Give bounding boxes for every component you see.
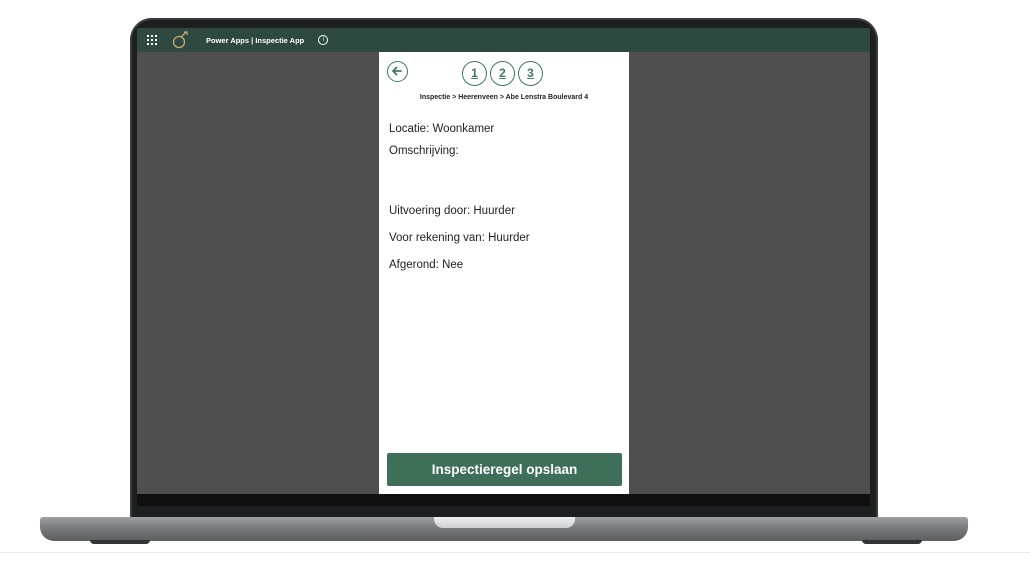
back-button[interactable] (387, 61, 408, 82)
info-icon[interactable]: i (318, 35, 329, 45)
step-navigation: 1 2 3 (462, 61, 543, 86)
step-3-button[interactable]: 3 (518, 61, 543, 86)
app-title: Power Apps | Inspectie App (206, 35, 305, 45)
app-logo-icon (172, 31, 188, 49)
step-1-button[interactable]: 1 (462, 61, 487, 86)
completed-label: Afgerond: Nee (389, 259, 464, 271)
executed-by-label: Uitvoering door: Huurder (389, 205, 515, 217)
breadcrumb: Inspectie > Heerenveen > Abe Lenstra Bou… (419, 94, 589, 101)
location-label: Locatie: Woonkamer (389, 123, 495, 135)
floor-line (0, 552, 1030, 553)
description-label: Omschrijving: (389, 145, 459, 157)
waffle-menu-icon[interactable] (147, 35, 157, 45)
save-inspection-rule-button[interactable]: Inspectieregel opslaan (387, 453, 622, 486)
step-2-button[interactable]: 2 (490, 61, 515, 86)
charged-to-label: Voor rekening van: Huurder (389, 232, 530, 244)
laptop-screen: Power Apps | Inspectie App i 1 2 3 Inspe… (137, 28, 870, 494)
laptop-foot-left (90, 540, 150, 544)
laptop-foot-right (862, 540, 922, 544)
inspection-panel: 1 2 3 Inspectie > Heerenveen > Abe Lenst… (379, 52, 629, 494)
app-header: Power Apps | Inspectie App i (137, 28, 870, 52)
screen-bezel-bottom (137, 494, 870, 506)
laptop-opening-notch (434, 517, 575, 528)
arrow-left-icon (392, 66, 402, 76)
